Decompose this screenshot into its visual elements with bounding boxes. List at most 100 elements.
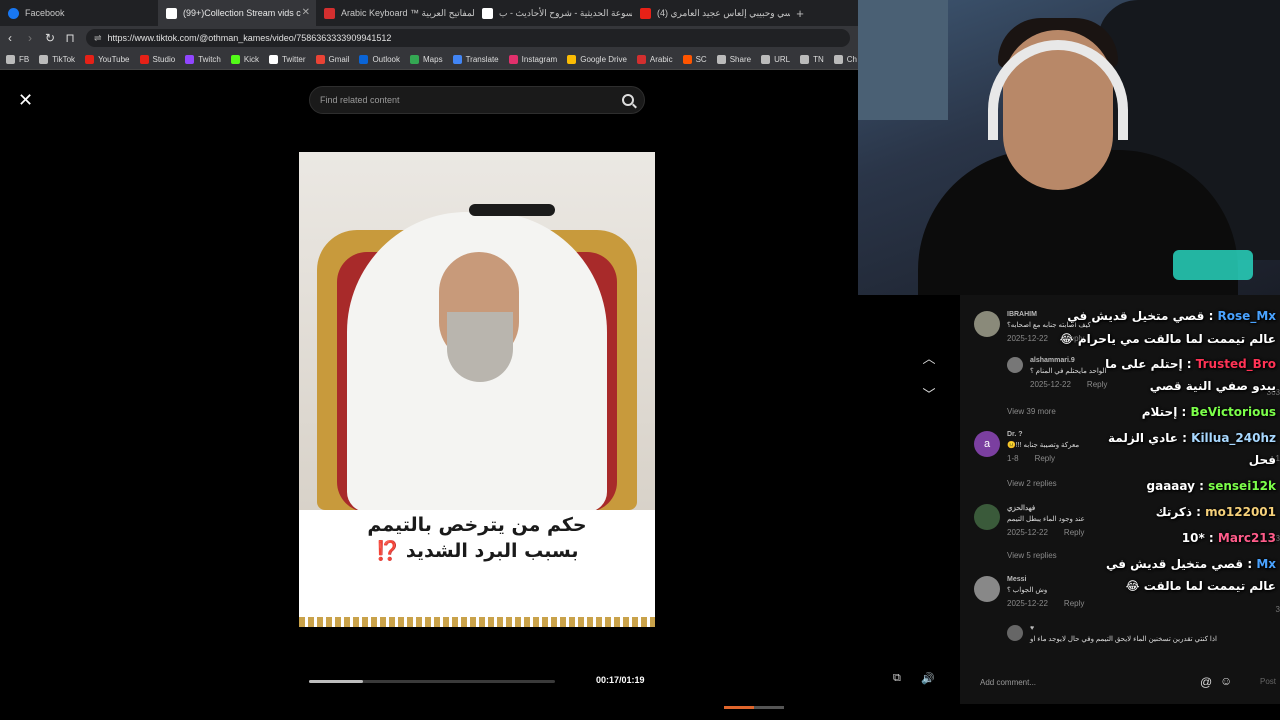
previous-video-icon[interactable]: ︿: [918, 348, 940, 370]
close-icon[interactable]: ✕: [18, 90, 33, 111]
volume-icon[interactable]: 🔊: [921, 672, 935, 685]
bookmark-favicon-icon: [6, 55, 15, 64]
bookmark-kick[interactable]: Kick: [230, 55, 259, 64]
avatar[interactable]: [1007, 357, 1023, 373]
bookmark-ch[interactable]: Ch: [833, 55, 857, 64]
avatar[interactable]: [974, 576, 1000, 602]
chat-text: قصي متخيل قديش في: [1067, 309, 1205, 323]
add-comment-placeholder: Add comment...: [980, 677, 1037, 687]
bookmark-gmail[interactable]: Gmail: [315, 55, 349, 64]
chat-message: عالم تيممت لما مالقت ‍😂: [1092, 575, 1276, 597]
back-icon[interactable]: ‹: [0, 31, 20, 45]
chat-text: عالم تيممت لما مالقت ‍😂: [1125, 579, 1276, 593]
bookmark-favicon-icon: [315, 55, 325, 64]
search-icon[interactable]: [622, 94, 634, 106]
bookmark-favicon-icon: [761, 55, 771, 64]
mention-icon[interactable]: @: [1200, 675, 1212, 689]
url-text: https://www.tiktok.com/@othman_kames/vid…: [107, 33, 392, 43]
pip-icon[interactable]: ⧉: [893, 672, 901, 685]
bookmark-label: Twitter: [281, 55, 306, 64]
bookmark-fb[interactable]: FB: [6, 55, 29, 64]
video-time: 00:17/01:19: [596, 675, 645, 685]
comment-date: 2025-12-22: [1030, 380, 1071, 389]
video-progress-bar[interactable]: [309, 680, 555, 683]
chat-text: عالم تيممت لما مالقت مي ياحرام 😂: [1059, 332, 1276, 346]
chat-message: Marc213 : *10: [1092, 527, 1276, 549]
chat-text: ذكرتك: [1155, 505, 1192, 519]
new-tab-button[interactable]: +: [790, 6, 810, 21]
bookmark-translate[interactable]: Translate: [452, 55, 499, 64]
avatar[interactable]: a: [974, 431, 1000, 457]
bookmark-url[interactable]: URL: [761, 55, 790, 64]
tab-tiktok[interactable]: (99+)Collection Stream vids c ✕: [158, 0, 316, 26]
bookmark-tiktok[interactable]: TikTok: [39, 55, 75, 64]
youtube-icon: [640, 7, 651, 19]
reload-icon[interactable]: ↻: [40, 31, 60, 45]
url-input[interactable]: ⇌ https://www.tiktok.com/@othman_kames/vi…: [86, 29, 850, 47]
tab-arabic-keyboard[interactable]: Arabic Keyboard ™ لوحة المفاتيح العربية: [316, 0, 474, 26]
view-replies[interactable]: View 2 replies: [1007, 479, 1057, 488]
bookmark-label: YouTube: [98, 55, 130, 64]
tiktok-viewer: ✕ Find related content حكم من يترخص بالت…: [0, 70, 960, 720]
bookmark-twitter[interactable]: Twitter: [268, 55, 306, 64]
chat-message: mo122001 : ذكرتك: [1092, 501, 1276, 523]
reply-link[interactable]: Reply: [1064, 528, 1084, 537]
chat-separator: :: [1191, 505, 1206, 519]
tiktok-icon: [166, 7, 177, 19]
bookmark-studio[interactable]: Studio: [139, 55, 175, 64]
tab-facebook[interactable]: Facebook: [0, 0, 158, 26]
chat-text: فحل: [1248, 453, 1276, 467]
avatar[interactable]: [974, 504, 1000, 530]
comment-date: 2025-12-22: [1007, 528, 1048, 537]
reply-link[interactable]: Reply: [1035, 454, 1055, 463]
view-more-replies[interactable]: View 39 more: [1007, 407, 1056, 416]
forward-icon[interactable]: ›: [20, 31, 40, 45]
bookmark-instagram[interactable]: Instagram: [508, 55, 558, 64]
bookmark-google-drive[interactable]: Google Drive: [567, 55, 627, 64]
search-input[interactable]: Find related content: [309, 86, 645, 114]
bookmark-label: Instagram: [521, 55, 558, 64]
bookmark-share[interactable]: Share: [716, 55, 751, 64]
scroll-thumb[interactable]: [724, 706, 754, 709]
chat-message: Mx : قصي متخيل قديش في: [1092, 553, 1276, 575]
chat-separator: :: [1177, 405, 1191, 419]
webcam-shelf: [858, 0, 948, 120]
bookmark-arabic[interactable]: Arabic: [636, 55, 673, 64]
bookmark-label: TikTok: [52, 55, 76, 64]
avatar[interactable]: [974, 311, 1000, 337]
tab-hadith[interactable]: الموسوعة الحديثية - شروح الأحاديث - ب: [474, 0, 632, 26]
video-player[interactable]: حكم من يترخص بالتيمم بسبب البرد الشديد ⁉…: [299, 152, 655, 627]
next-video-icon[interactable]: ﹀: [918, 384, 940, 406]
bookmark-icon[interactable]: ⊓: [60, 31, 80, 45]
bookmark-twitch[interactable]: Twitch: [185, 55, 221, 64]
caption-mark: ⁉️: [375, 540, 400, 562]
comment-date: 2025-12-22: [1007, 599, 1048, 608]
webcam-led-light: [1173, 250, 1253, 280]
tab-youtube[interactable]: (4) إماسي وحبيبي إلعاس عجيد العامري: [632, 0, 790, 26]
bookmark-maps[interactable]: Maps: [410, 55, 443, 64]
post-button[interactable]: Post: [1260, 677, 1276, 686]
arabic-keyboard-icon: [324, 7, 335, 19]
comment-date: 1-8: [1007, 454, 1019, 463]
chat-message: Rose_Mx : قصي متخيل قديش في: [1067, 305, 1276, 327]
chat-message: Trusted_Bro : إحتلم على ما: [1092, 353, 1276, 375]
close-tab-icon[interactable]: ✕: [302, 7, 310, 18]
page-icon: [482, 7, 493, 19]
bookmark-tn[interactable]: TN: [800, 55, 824, 64]
caption-line-1: حكم من يترخص بالتيمم: [367, 514, 587, 536]
bookmark-favicon-icon: [833, 55, 843, 64]
chat-separator: :: [1177, 431, 1192, 445]
bookmark-outlook[interactable]: Outlook: [359, 55, 400, 64]
site-settings-icon[interactable]: ⇌: [94, 33, 102, 44]
bookmark-sc[interactable]: SC: [682, 55, 707, 64]
emoji-icon[interactable]: ☺: [1220, 674, 1232, 688]
view-replies[interactable]: View 5 replies: [1007, 551, 1057, 560]
taskbar-strip: [0, 704, 1280, 720]
bookmark-youtube[interactable]: YouTube: [85, 55, 130, 64]
chat-separator: :: [1243, 557, 1257, 571]
bookmark-label: SC: [695, 55, 707, 64]
chat-separator: :: [1182, 357, 1196, 371]
address-bar-row: ‹ › ↻ ⊓ ⇌ https://www.tiktok.com/@othman_…: [0, 26, 858, 50]
reply-link[interactable]: Reply: [1064, 599, 1084, 608]
avatar[interactable]: [1007, 625, 1023, 641]
